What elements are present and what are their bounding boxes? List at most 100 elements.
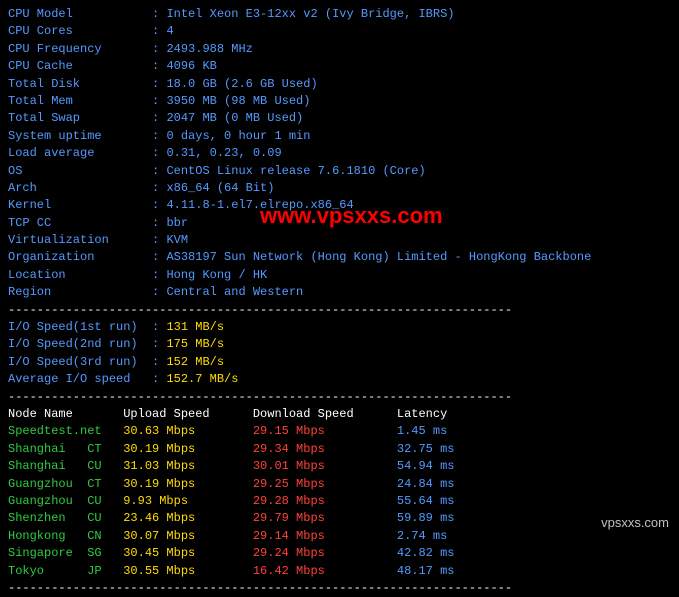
node-name: Speedtest.net bbox=[8, 424, 123, 438]
sysinfo-label: Organization bbox=[8, 250, 152, 264]
sysinfo-value: 18.0 GB (2.6 GB Used) bbox=[166, 77, 317, 91]
sysinfo-colon: : bbox=[152, 24, 166, 38]
io-label: I/O Speed(3rd run) bbox=[8, 355, 152, 369]
divider-2: ----------------------------------------… bbox=[8, 389, 671, 406]
node-name: Tokyo JP bbox=[8, 564, 123, 578]
divider-1: ----------------------------------------… bbox=[8, 302, 671, 319]
node-name: Guangzhou CU bbox=[8, 494, 123, 508]
io-label: I/O Speed(2nd run) bbox=[8, 337, 152, 351]
sysinfo-row: Total Swap : 2047 MB (0 MB Used) bbox=[8, 110, 671, 127]
speedtest-row: Singapore SG 30.45 Mbps 29.24 Mbps 42.82… bbox=[8, 545, 671, 562]
speedtest-row: Tokyo JP 30.55 Mbps 16.42 Mbps 48.17 ms bbox=[8, 563, 671, 580]
latency: 54.94 ms bbox=[397, 459, 455, 473]
sysinfo-row: TCP CC : bbr bbox=[8, 215, 671, 232]
sysinfo-row: Total Disk : 18.0 GB (2.6 GB Used) bbox=[8, 76, 671, 93]
download-speed: 29.24 Mbps bbox=[253, 546, 397, 560]
io-label: Average I/O speed bbox=[8, 372, 152, 386]
sysinfo-colon: : bbox=[152, 164, 166, 178]
io-row: I/O Speed(1st run) : 131 MB/s bbox=[8, 319, 671, 336]
upload-speed: 31.03 Mbps bbox=[123, 459, 253, 473]
io-value: 175 MB/s bbox=[166, 337, 224, 351]
sysinfo-colon: : bbox=[152, 146, 166, 160]
io-value: 131 MB/s bbox=[166, 320, 224, 334]
sysinfo-row: CPU Cores : 4 bbox=[8, 23, 671, 40]
sysinfo-row: CPU Frequency : 2493.988 MHz bbox=[8, 41, 671, 58]
speedtest-row: Shenzhen CU 23.46 Mbps 29.79 Mbps 59.89 … bbox=[8, 510, 671, 527]
sysinfo-label: CPU Model bbox=[8, 7, 152, 21]
io-row: Average I/O speed : 152.7 MB/s bbox=[8, 371, 671, 388]
speedtest-row: Guangzhou CU 9.93 Mbps 29.28 Mbps 55.64 … bbox=[8, 493, 671, 510]
speedtest-header: Node Name Upload Speed Download Speed La… bbox=[8, 406, 671, 423]
sysinfo-value: CentOS Linux release 7.6.1810 (Core) bbox=[166, 164, 425, 178]
sysinfo-label: Location bbox=[8, 268, 152, 282]
sysinfo-colon: : bbox=[152, 42, 166, 56]
sysinfo-label: TCP CC bbox=[8, 216, 152, 230]
sysinfo-colon: : bbox=[152, 94, 166, 108]
download-speed: 16.42 Mbps bbox=[253, 564, 397, 578]
upload-speed: 30.19 Mbps bbox=[123, 477, 253, 491]
speedtest-row: Shanghai CT 30.19 Mbps 29.34 Mbps 32.75 … bbox=[8, 441, 671, 458]
col-upload: Upload Speed bbox=[123, 407, 253, 421]
sysinfo-label: Arch bbox=[8, 181, 152, 195]
sysinfo-row: Region : Central and Western bbox=[8, 284, 671, 301]
sysinfo-colon: : bbox=[152, 111, 166, 125]
upload-speed: 30.55 Mbps bbox=[123, 564, 253, 578]
sysinfo-value: AS38197 Sun Network (Hong Kong) Limited … bbox=[166, 250, 591, 264]
speedtest-row: Speedtest.net 30.63 Mbps 29.15 Mbps 1.45… bbox=[8, 423, 671, 440]
speedtest-row: Guangzhou CT 30.19 Mbps 29.25 Mbps 24.84… bbox=[8, 476, 671, 493]
download-speed: 29.14 Mbps bbox=[253, 529, 397, 543]
sysinfo-row: Load average : 0.31, 0.23, 0.09 bbox=[8, 145, 671, 162]
download-speed: 29.34 Mbps bbox=[253, 442, 397, 456]
sysinfo-row: Virtualization : KVM bbox=[8, 232, 671, 249]
sysinfo-label: CPU Cache bbox=[8, 59, 152, 73]
latency: 48.17 ms bbox=[397, 564, 455, 578]
sysinfo-value: 0 days, 0 hour 1 min bbox=[166, 129, 310, 143]
sysinfo-colon: : bbox=[152, 77, 166, 91]
io-row: I/O Speed(3rd run) : 152 MB/s bbox=[8, 354, 671, 371]
upload-speed: 30.07 Mbps bbox=[123, 529, 253, 543]
sysinfo-label: Kernel bbox=[8, 198, 152, 212]
download-speed: 29.28 Mbps bbox=[253, 494, 397, 508]
latency: 59.89 ms bbox=[397, 511, 455, 525]
download-speed: 30.01 Mbps bbox=[253, 459, 397, 473]
sysinfo-value: Central and Western bbox=[166, 285, 303, 299]
sysinfo-label: Total Swap bbox=[8, 111, 152, 125]
io-value: 152.7 MB/s bbox=[166, 372, 238, 386]
sysinfo-row: System uptime : 0 days, 0 hour 1 min bbox=[8, 128, 671, 145]
speedtest-row: Shanghai CU 31.03 Mbps 30.01 Mbps 54.94 … bbox=[8, 458, 671, 475]
sysinfo-label: Virtualization bbox=[8, 233, 152, 247]
latency: 24.84 ms bbox=[397, 477, 455, 491]
upload-speed: 30.45 Mbps bbox=[123, 546, 253, 560]
node-name: Singapore SG bbox=[8, 546, 123, 560]
node-name: Shanghai CT bbox=[8, 442, 123, 456]
download-speed: 29.79 Mbps bbox=[253, 511, 397, 525]
sysinfo-row: Kernel : 4.11.8-1.el7.elrepo.x86_64 bbox=[8, 197, 671, 214]
io-colon: : bbox=[152, 337, 166, 351]
sysinfo-label: CPU Frequency bbox=[8, 42, 152, 56]
col-latency: Latency bbox=[397, 407, 447, 421]
sysinfo-row: CPU Model : Intel Xeon E3-12xx v2 (Ivy B… bbox=[8, 6, 671, 23]
download-speed: 29.25 Mbps bbox=[253, 477, 397, 491]
sysinfo-colon: : bbox=[152, 129, 166, 143]
sysinfo-row: Location : Hong Kong / HK bbox=[8, 267, 671, 284]
node-name: Shenzhen CU bbox=[8, 511, 123, 525]
latency: 2.74 ms bbox=[397, 529, 447, 543]
sysinfo-value: 2047 MB (0 MB Used) bbox=[166, 111, 303, 125]
sysinfo-label: Region bbox=[8, 285, 152, 299]
sysinfo-value: 4096 KB bbox=[166, 59, 216, 73]
io-colon: : bbox=[152, 320, 166, 334]
sysinfo-value: 2493.988 MHz bbox=[166, 42, 252, 56]
sysinfo-value: bbr bbox=[166, 216, 188, 230]
system-info-block: CPU Model : Intel Xeon E3-12xx v2 (Ivy B… bbox=[8, 6, 671, 302]
latency: 1.45 ms bbox=[397, 424, 447, 438]
sysinfo-colon: : bbox=[152, 198, 166, 212]
sysinfo-row: Organization : AS38197 Sun Network (Hong… bbox=[8, 249, 671, 266]
io-colon: : bbox=[152, 355, 166, 369]
sysinfo-colon: : bbox=[152, 233, 166, 247]
sysinfo-colon: : bbox=[152, 181, 166, 195]
sysinfo-label: Load average bbox=[8, 146, 152, 160]
col-download: Download Speed bbox=[253, 407, 397, 421]
sysinfo-label: System uptime bbox=[8, 129, 152, 143]
io-label: I/O Speed(1st run) bbox=[8, 320, 152, 334]
divider-3: ----------------------------------------… bbox=[8, 580, 671, 597]
